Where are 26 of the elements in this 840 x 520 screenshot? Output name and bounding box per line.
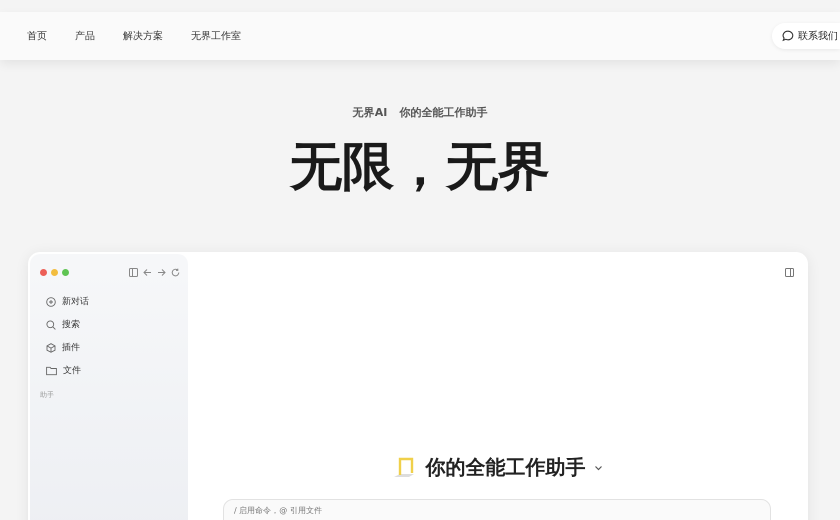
window-controls-icon bbox=[40, 269, 69, 276]
chat-bubble-icon bbox=[782, 30, 794, 42]
nav-link[interactable]: 首页 bbox=[27, 29, 47, 43]
forward-arrow-icon[interactable] bbox=[157, 268, 166, 277]
nav-link[interactable]: 解决方案 bbox=[123, 29, 163, 43]
tagline-text: 你的全能工作助手 bbox=[399, 105, 488, 120]
input-field[interactable]: / 启用命令，@ 引用文件 bbox=[223, 499, 771, 520]
back-arrow-icon[interactable] bbox=[143, 268, 152, 277]
nav-link[interactable]: 无界工作室 bbox=[191, 29, 241, 43]
sidebar-item[interactable]: 插件 bbox=[40, 336, 180, 359]
sidebar-toggle-icon[interactable] bbox=[129, 268, 138, 277]
search-icon bbox=[46, 320, 56, 330]
panel-toggle-icon[interactable] bbox=[785, 268, 794, 277]
sidebar-item[interactable]: 新对话 bbox=[40, 290, 180, 313]
assistant-title[interactable]: 你的全能工作助手 bbox=[426, 454, 586, 481]
sidebar-item[interactable]: 搜索 bbox=[40, 313, 180, 336]
folder-icon bbox=[46, 366, 57, 376]
cube-icon bbox=[46, 342, 56, 352]
brand-name: 无界AI bbox=[352, 105, 388, 120]
headline: 无限，无界 bbox=[288, 136, 551, 199]
refresh-icon[interactable] bbox=[171, 268, 180, 277]
sidebar-item[interactable]: 文件 bbox=[40, 359, 180, 382]
contact-button[interactable]: 联系我们 bbox=[772, 23, 840, 49]
nav-link[interactable]: 产品 bbox=[75, 29, 95, 43]
chevron-down-icon[interactable] bbox=[594, 464, 602, 470]
new-chat-icon bbox=[46, 296, 56, 306]
